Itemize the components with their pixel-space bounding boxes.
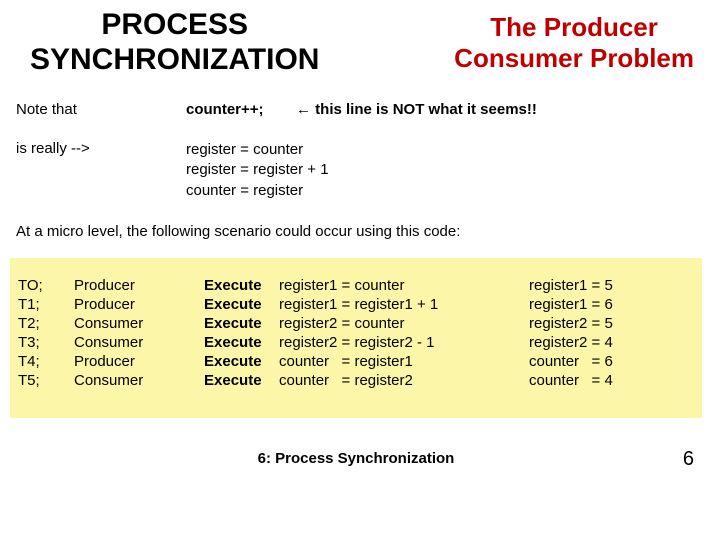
arrow-left-icon: ← bbox=[296, 101, 311, 118]
cell-op: register2 = register2 - 1 bbox=[279, 333, 529, 352]
cell-exec: Execute bbox=[204, 314, 279, 333]
cell-actor: Consumer bbox=[74, 314, 204, 333]
note-warning: ← this line is NOT what it seems!! bbox=[296, 101, 537, 118]
cell-actor: Producer bbox=[74, 352, 204, 371]
title-left: PROCESS SYNCHRONIZATION bbox=[10, 8, 319, 77]
table-row: T2; Consumer Execute register2 = counter… bbox=[18, 314, 700, 333]
cell-exec: Execute bbox=[204, 371, 279, 390]
cell-time: T1; bbox=[18, 295, 74, 314]
slide-header: PROCESS SYNCHRONIZATION The Producer Con… bbox=[10, 8, 702, 77]
really-code: register = counter register = register +… bbox=[186, 140, 329, 201]
cell-time: T2; bbox=[18, 314, 74, 333]
slide: PROCESS SYNCHRONIZATION The Producer Con… bbox=[0, 0, 720, 475]
title-left-line2: SYNCHRONIZATION bbox=[30, 43, 319, 76]
cell-actor: Producer bbox=[74, 295, 204, 314]
really-label: is really --> bbox=[16, 140, 186, 201]
cell-exec: Execute bbox=[204, 295, 279, 314]
title-right: The Producer Consumer Problem bbox=[454, 8, 702, 74]
slide-footer: 6: Process Synchronization 6 bbox=[10, 450, 702, 467]
really-line1: register = counter bbox=[186, 141, 303, 158]
cell-exec: Execute bbox=[204, 352, 279, 371]
footer-title: 6: Process Synchronization bbox=[10, 450, 702, 467]
code-block: TO; Producer Execute register1 = counter… bbox=[10, 258, 702, 418]
cell-result: register1 = 6 bbox=[529, 295, 700, 314]
cell-time: T4; bbox=[18, 352, 74, 371]
table-row: T1; Producer Execute register1 = registe… bbox=[18, 295, 700, 314]
really-line3: counter = register bbox=[186, 182, 303, 199]
cell-result: register2 = 4 bbox=[529, 333, 700, 352]
cell-actor: Producer bbox=[74, 276, 204, 295]
cell-time: T3; bbox=[18, 333, 74, 352]
cell-actor: Consumer bbox=[74, 333, 204, 352]
note-row: Note that counter++; ← this line is NOT … bbox=[10, 101, 702, 201]
title-left-line1: PROCESS bbox=[101, 8, 248, 41]
table-row: TO; Producer Execute register1 = counter… bbox=[18, 276, 700, 295]
cell-time: TO; bbox=[18, 276, 74, 295]
execution-table: TO; Producer Execute register1 = counter… bbox=[18, 276, 700, 390]
cell-op: counter = register1 bbox=[279, 352, 529, 371]
table-row: T4; Producer Execute counter = register1… bbox=[18, 352, 700, 371]
really-line2: register = register + 1 bbox=[186, 161, 329, 178]
cell-result: counter = 6 bbox=[529, 352, 700, 371]
cell-time: T5; bbox=[18, 371, 74, 390]
title-right-line2: Consumer Problem bbox=[454, 43, 694, 73]
note-code: counter++; bbox=[186, 101, 296, 118]
cell-op: register1 = counter bbox=[279, 276, 529, 295]
cell-result: register2 = 5 bbox=[529, 314, 700, 333]
page-number: 6 bbox=[683, 448, 694, 471]
table-row: T5; Consumer Execute counter = register2… bbox=[18, 371, 700, 390]
table-row: T3; Consumer Execute register2 = registe… bbox=[18, 333, 700, 352]
cell-op: register1 = register1 + 1 bbox=[279, 295, 529, 314]
title-right-line1: The Producer bbox=[490, 12, 658, 42]
cell-result: register1 = 5 bbox=[529, 276, 700, 295]
cell-op: counter = register2 bbox=[279, 371, 529, 390]
cell-exec: Execute bbox=[204, 333, 279, 352]
cell-op: register2 = counter bbox=[279, 314, 529, 333]
note-label: Note that bbox=[16, 101, 186, 118]
micro-text: At a micro level, the following scenario… bbox=[10, 223, 702, 240]
cell-exec: Execute bbox=[204, 276, 279, 295]
note-warning-text: this line is NOT what it seems!! bbox=[315, 101, 537, 118]
cell-actor: Consumer bbox=[74, 371, 204, 390]
cell-result: counter = 4 bbox=[529, 371, 700, 390]
